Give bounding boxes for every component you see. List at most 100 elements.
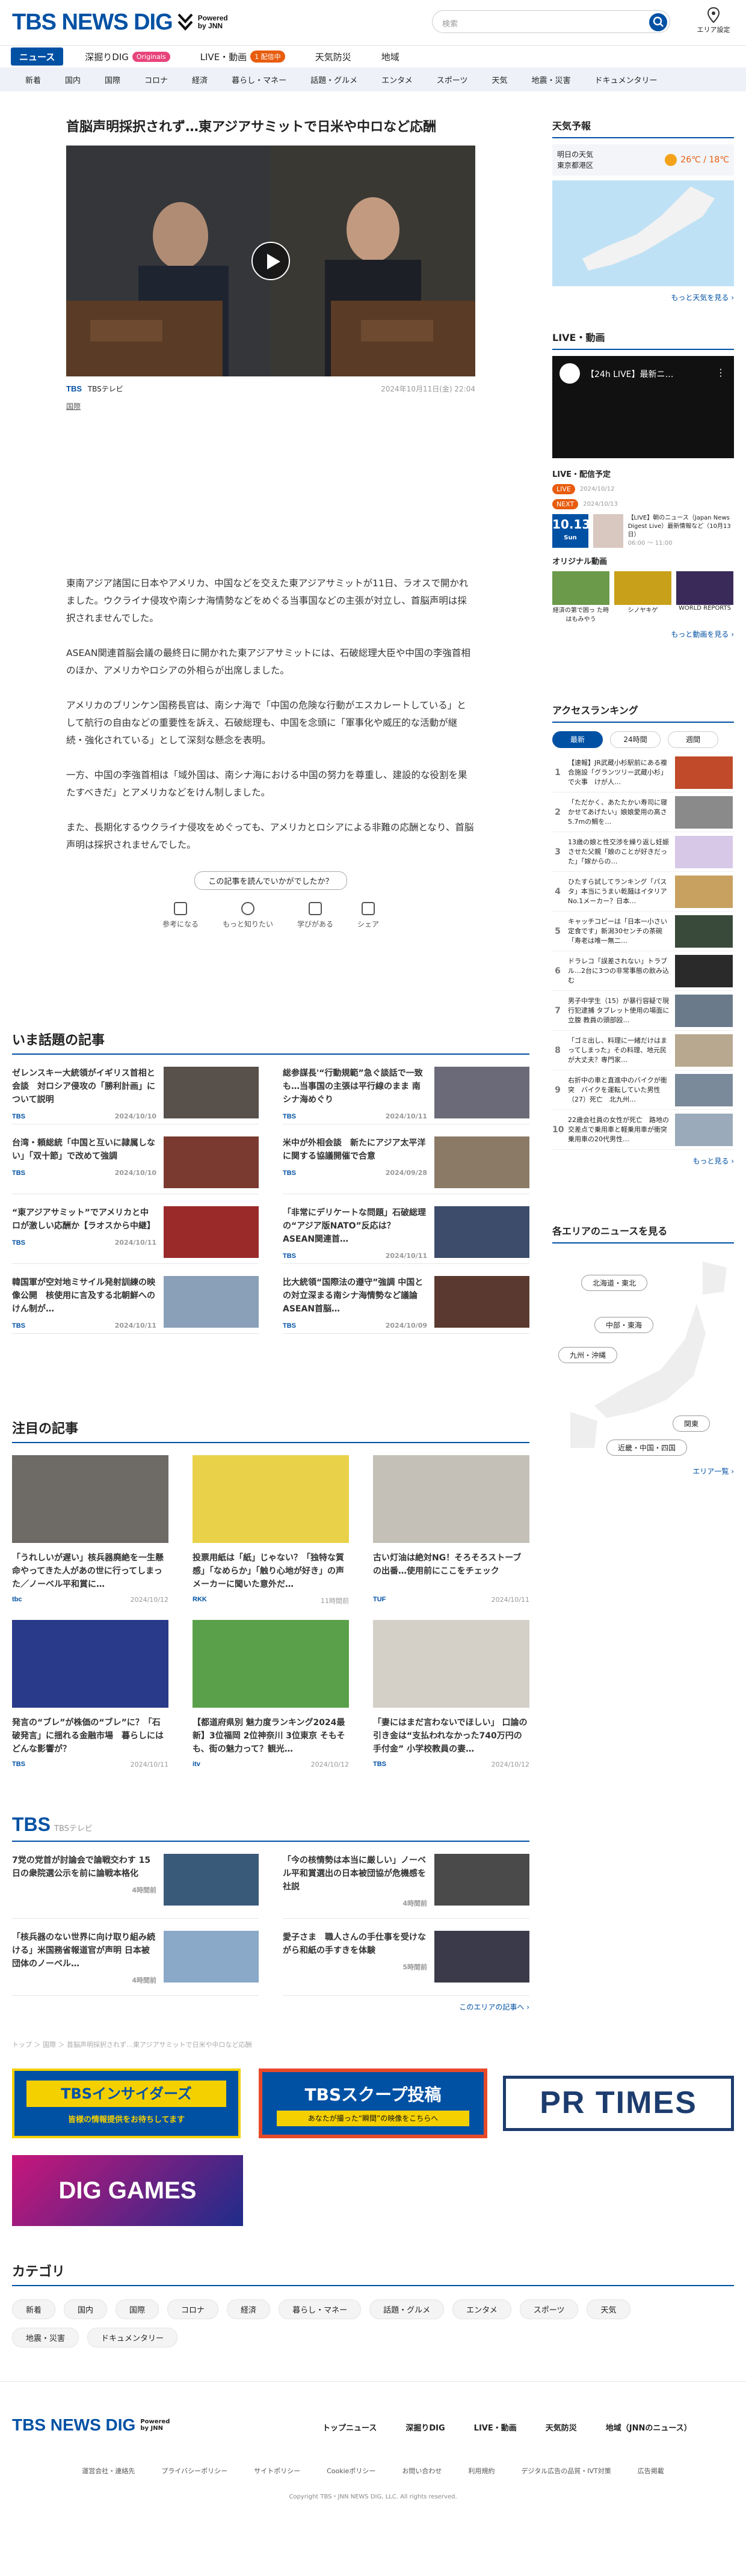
- area-articles-link[interactable]: このエリアの記事へ ›: [12, 2002, 529, 2012]
- search-box[interactable]: 検索: [432, 10, 670, 33]
- ranking-item[interactable]: 6 ドラレコ「誤差されない」トラブル…2台に3つの非常事態の飲み込む: [552, 951, 734, 991]
- original-video[interactable]: 経済の第で困っ た時はもみやう: [552, 571, 609, 623]
- ranking-item[interactable]: 5 キャッチコピーは「日本一小さい定食です」新潟30センチの茶碗「寿老は唯一無二…: [552, 912, 734, 951]
- original-video[interactable]: WORLD REPORTS: [676, 571, 733, 623]
- footer-link[interactable]: お問い合わせ: [402, 2466, 442, 2476]
- ranking-item[interactable]: 8 「ゴミ出し、料理に一緒だけはまってしまった」その料理、地元民が大丈夫？専門家…: [552, 1031, 734, 1070]
- dig-games-banner[interactable]: DIG GAMES: [12, 2155, 243, 2226]
- article-video[interactable]: [66, 146, 475, 376]
- category-chip[interactable]: 国内: [64, 2299, 108, 2319]
- list-item[interactable]: 「非常にデリケートな問題」石破総理の“アジア版NATO”反応は？ ASEAN関連…: [283, 1194, 529, 1264]
- scheduled-program[interactable]: 10.13 Sun 【LIVE】朝のニュース（Japan News Digest …: [552, 514, 734, 548]
- category-chip[interactable]: ドキュメンタリー: [87, 2328, 178, 2348]
- category-chip[interactable]: 新着: [12, 2299, 56, 2319]
- subnav-item[interactable]: 天気: [479, 74, 519, 85]
- list-item[interactable]: 台湾・頼総統「中国と互いに隷属しない」「双十節」で改めて強調 TBS 2024/10…: [12, 1124, 259, 1194]
- share-button[interactable]: シェア: [357, 902, 379, 929]
- more-options-icon[interactable]: ⋮: [716, 367, 726, 378]
- list-item[interactable]: “東アジアサミット”でアメリカと中ロが激しい応酬か【ラオスから中継】 TBS 202…: [12, 1194, 259, 1264]
- ranking-item[interactable]: 9 右折中の車と直進中のバイクが衝突 バイクを運転していた男性（27）死亡 北九州…: [552, 1070, 734, 1110]
- category-chip[interactable]: スポーツ: [519, 2299, 579, 2319]
- site-logo[interactable]: TBS NEWS DIG Powered by JNN: [12, 10, 236, 35]
- subnav-item[interactable]: 地震・災害: [520, 74, 583, 85]
- more-videos-link[interactable]: もっと動画を見る ›: [552, 629, 734, 639]
- category-chip[interactable]: 暮らし・マネー: [279, 2299, 362, 2319]
- footer-link[interactable]: 広告掲載: [638, 2466, 664, 2476]
- nav-news[interactable]: ニュース: [11, 48, 64, 66]
- ranking-item[interactable]: 7 男子中学生（15）が暴行容疑で現行犯逮捕 タブレット使用の場面に立腹 教員の頭…: [552, 991, 734, 1031]
- tab-weekly[interactable]: 週間: [668, 731, 718, 748]
- ranking-item[interactable]: 4 ひたすら試してランキング「パスタ」本当にうまい乾麺はイタリアNo.1メーカー？…: [552, 872, 734, 912]
- subnav-item[interactable]: エンタメ: [369, 74, 425, 85]
- area-button[interactable]: 関東: [673, 1415, 711, 1432]
- list-item[interactable]: 発言の“ブレ”が株価の“ブレ”に？「石破発言」に揺れる金融市場 暮らしにはどんな…: [12, 1620, 168, 1768]
- category-chip[interactable]: コロナ: [167, 2299, 219, 2319]
- search-input[interactable]: 検索: [442, 17, 458, 29]
- footer-nav-link[interactable]: LIVE・動画: [474, 2421, 517, 2433]
- footer-link[interactable]: デジタル広告の品質・IVT対策: [521, 2466, 611, 2476]
- subnav-item[interactable]: 新着: [13, 74, 53, 85]
- list-item[interactable]: 「うれしいが遅い」核兵器廃絶を一生懸命やってきた人があの世に行ってしまった／ノー…: [12, 1455, 168, 1605]
- area-list-link[interactable]: エリア一覧 ›: [552, 1466, 734, 1476]
- subnav-item[interactable]: 暮らし・マネー: [220, 74, 298, 85]
- more-weather-link[interactable]: もっと天気を見る ›: [552, 292, 734, 302]
- breadcrumb[interactable]: トップ ＞ 国際 ＞ 首脳声明採択されず…東アジアサミットで日米や中ロなど応酬: [12, 2040, 252, 2049]
- nav-region[interactable]: 地域: [373, 48, 408, 66]
- list-item[interactable]: 「妻にはまだ言わないでほしい」 口論の引き金は“支払われなかった740万円の手付…: [373, 1620, 529, 1768]
- ranking-item[interactable]: 2 「ただかく、あたたかい寿司に寝かせてあげたい」娘娘愛用の高さ5.7mの鯛を…: [552, 793, 734, 832]
- feedback-learn-button[interactable]: 学びがある: [297, 902, 333, 929]
- prtimes-banner[interactable]: PR TIMES: [503, 2076, 734, 2131]
- feedback-more-button[interactable]: もっと知りたい: [223, 902, 273, 929]
- tab-latest[interactable]: 最新: [552, 731, 603, 748]
- category-chip[interactable]: 話題・グルメ: [369, 2299, 445, 2319]
- search-button[interactable]: [649, 13, 667, 31]
- category-chip[interactable]: エンタメ: [452, 2299, 511, 2319]
- weather-map[interactable]: [552, 180, 734, 286]
- article-source[interactable]: TBSテレビ: [88, 385, 123, 393]
- list-item[interactable]: 7党の党首が討論会で論戦交わす 15日の衆院選公示を前に論戦本格化 4時間前: [12, 1842, 259, 1919]
- play-icon[interactable]: [251, 242, 290, 280]
- nav-deep-dig[interactable]: 深掘りDIG Originals: [76, 48, 178, 66]
- nav-weather[interactable]: 天気防災: [307, 48, 360, 66]
- list-item[interactable]: 愛子さま 職人さんの手仕事を受けながら和紙の手すきを体験 5時間前: [283, 1919, 529, 1996]
- list-item[interactable]: 「核兵器のない世界に向け取り組み続ける」米国務省報道官が声明 日本被団体のノーベ…: [12, 1919, 259, 1996]
- feedback-helpful-button[interactable]: 参考になる: [162, 902, 199, 929]
- footer-link[interactable]: プライバシーポリシー: [161, 2466, 227, 2476]
- category-chip[interactable]: 国際: [116, 2299, 159, 2319]
- footer-nav-link[interactable]: 深掘りDIG: [405, 2421, 445, 2433]
- insiders-banner[interactable]: TBSインサイダーズ 皆様の情報提供をお待ちしてます: [12, 2068, 241, 2138]
- ranking-item[interactable]: 3 13歳の娘と性交渉を繰り返し妊娠させた父親「娘のことが好きだった」「嫁からの…: [552, 832, 734, 872]
- scoop-banner[interactable]: TBSスクープ投稿 あなたが撮った“瞬間”の映像をこちらへ: [259, 2068, 487, 2138]
- live-video-player[interactable]: 【24h LIVE】最新ニ… ⋮: [552, 356, 734, 458]
- category-chip[interactable]: 天気: [587, 2299, 630, 2319]
- subnav-item[interactable]: コロナ: [132, 74, 180, 85]
- list-item[interactable]: 韓国軍が空対地ミサイル発射訓練の映像公開 核使用に言及する北朝鮮へのけん制が… T…: [12, 1264, 259, 1334]
- area-button[interactable]: 近畿・中国・四国: [606, 1440, 688, 1456]
- footer-nav-link[interactable]: トップニュース: [322, 2421, 377, 2433]
- footer-link[interactable]: 利用規約: [468, 2466, 495, 2476]
- area-setting-button[interactable]: エリア設定: [692, 7, 735, 34]
- ranking-item[interactable]: 1 【速報】JR武蔵小杉駅前にある複合施設「グランツリー武蔵小杉」で火事 けが人…: [552, 753, 734, 793]
- category-chip[interactable]: 経済: [227, 2299, 271, 2319]
- list-item[interactable]: ゼレンスキー大統領がイギリス首相と会談 対ロシア侵攻の「勝利計画」について説明 T…: [12, 1055, 259, 1124]
- list-item[interactable]: 【都道府県別 魅力度ランキング2024最新】3位福岡 2位神奈川 3位東京 そも…: [193, 1620, 349, 1768]
- category-chip[interactable]: 地震・災害: [12, 2328, 79, 2348]
- subnav-item[interactable]: 国内: [53, 74, 93, 85]
- list-item[interactable]: 投票用紙は「紙」じゃない？「独特な質感」「なめらか」「触り心地が好き」の声 メー…: [193, 1455, 349, 1605]
- area-button[interactable]: 北海道・東北: [581, 1275, 648, 1291]
- subnav-item[interactable]: スポーツ: [425, 74, 480, 85]
- nav-live[interactable]: LIVE・動画 1 配信中: [192, 48, 294, 66]
- subnav-item[interactable]: 国際: [93, 74, 132, 85]
- area-button[interactable]: 九州・沖縄: [558, 1347, 618, 1363]
- list-item[interactable]: 比大統領“国際法の遵守”強調 中国との対立深まる南シナ海情勢など議論 ASEAN…: [283, 1264, 529, 1334]
- original-video[interactable]: シノヤキゲ: [614, 571, 671, 623]
- tab-24h[interactable]: 24時間: [610, 731, 661, 748]
- subnav-item[interactable]: 経済: [180, 74, 220, 85]
- subnav-item[interactable]: ドキュメンタリー: [583, 74, 670, 85]
- footer-link[interactable]: Cookieポリシー: [327, 2466, 375, 2476]
- footer-link[interactable]: 運営会社・連絡先: [82, 2466, 135, 2476]
- list-item[interactable]: 総参謀長'“行動規範”急ぐ談話で一致も…当事国の主張は平行線のまま 南シナ海めぐ…: [283, 1055, 529, 1124]
- footer-logo[interactable]: TBS NEWS DIG Powered by JNN: [12, 2415, 170, 2435]
- footer-nav-link[interactable]: 地域（JNNのニュース）: [606, 2421, 692, 2433]
- subnav-item[interactable]: 話題・グルメ: [298, 74, 369, 85]
